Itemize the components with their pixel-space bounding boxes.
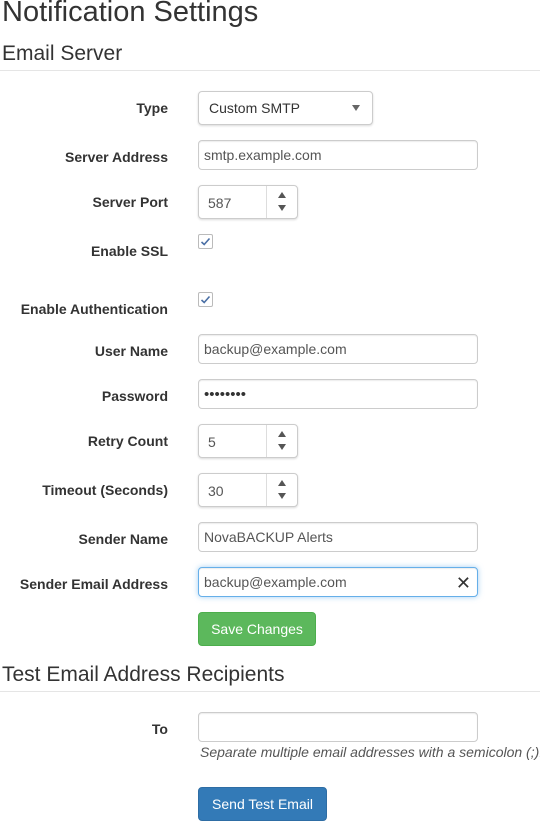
server-address-label: Server Address	[65, 149, 168, 165]
password-input[interactable]: ••••••••	[198, 379, 478, 409]
arrow-up-icon[interactable]	[278, 431, 286, 437]
enable-ssl-checkbox[interactable]	[198, 234, 213, 249]
to-label: To	[151, 721, 168, 737]
save-changes-button[interactable]: Save Changes	[198, 612, 316, 646]
send-test-email-button[interactable]: Send Test Email	[198, 787, 327, 821]
clear-icon[interactable]: ✕	[456, 573, 471, 593]
type-select[interactable]: Custom SMTP	[198, 91, 373, 125]
divider	[0, 70, 540, 71]
sender-email-input[interactable]: backup@example.com ✕	[198, 567, 478, 597]
checkmark-icon	[200, 295, 211, 304]
type-select-value: Custom SMTP	[209, 100, 301, 116]
server-address-input[interactable]: smtp.example.com	[198, 140, 478, 170]
server-address-value: smtp.example.com	[204, 147, 322, 163]
email-server-heading: Email Server	[2, 42, 123, 65]
checkmark-icon	[200, 237, 211, 246]
server-port-label: Server Port	[92, 194, 168, 210]
timeout-label: Timeout (Seconds)	[42, 482, 168, 498]
test-email-heading: Test Email Address Recipients	[2, 663, 285, 686]
retry-count-spin-buttons[interactable]	[266, 425, 297, 457]
retry-count-stepper[interactable]: 5	[198, 424, 298, 458]
sender-name-label: Sender Name	[78, 531, 168, 547]
timeout-spin-buttons[interactable]	[266, 474, 297, 506]
retry-count-label: Retry Count	[87, 433, 168, 449]
sender-name-value: NovaBACKUP Alerts	[204, 529, 333, 545]
sender-email-value: backup@example.com	[204, 574, 347, 590]
timeout-value: 30	[208, 483, 224, 499]
sender-email-label: Sender Email Address	[19, 576, 168, 592]
arrow-down-icon[interactable]	[278, 493, 286, 499]
enable-auth-checkbox[interactable]	[198, 292, 213, 307]
to-input[interactable]	[198, 712, 478, 742]
enable-auth-label: Enable Authentication	[20, 301, 168, 317]
timeout-stepper[interactable]: 30	[198, 473, 298, 507]
server-port-spin-buttons[interactable]	[266, 186, 297, 218]
user-name-value: backup@example.com	[204, 341, 347, 357]
arrow-up-icon[interactable]	[278, 480, 286, 486]
arrow-up-icon[interactable]	[278, 192, 286, 198]
enable-ssl-label: Enable SSL	[90, 243, 168, 259]
user-name-input[interactable]: backup@example.com	[198, 334, 478, 364]
server-port-stepper[interactable]: 587	[198, 185, 298, 219]
to-help-text: Separate multiple email addresses with a…	[200, 744, 540, 760]
sender-name-input[interactable]: NovaBACKUP Alerts	[198, 522, 478, 552]
caret-down-icon	[352, 105, 360, 111]
retry-count-value: 5	[208, 434, 216, 450]
password-label: Password	[101, 388, 168, 404]
server-port-value: 587	[208, 195, 232, 211]
page-title: Notification Settings	[2, 0, 259, 28]
arrow-down-icon[interactable]	[278, 444, 286, 450]
type-label: Type	[136, 100, 168, 116]
arrow-down-icon[interactable]	[278, 205, 286, 211]
divider	[0, 691, 540, 692]
password-value: ••••••••	[204, 385, 247, 403]
user-name-label: User Name	[94, 343, 168, 359]
